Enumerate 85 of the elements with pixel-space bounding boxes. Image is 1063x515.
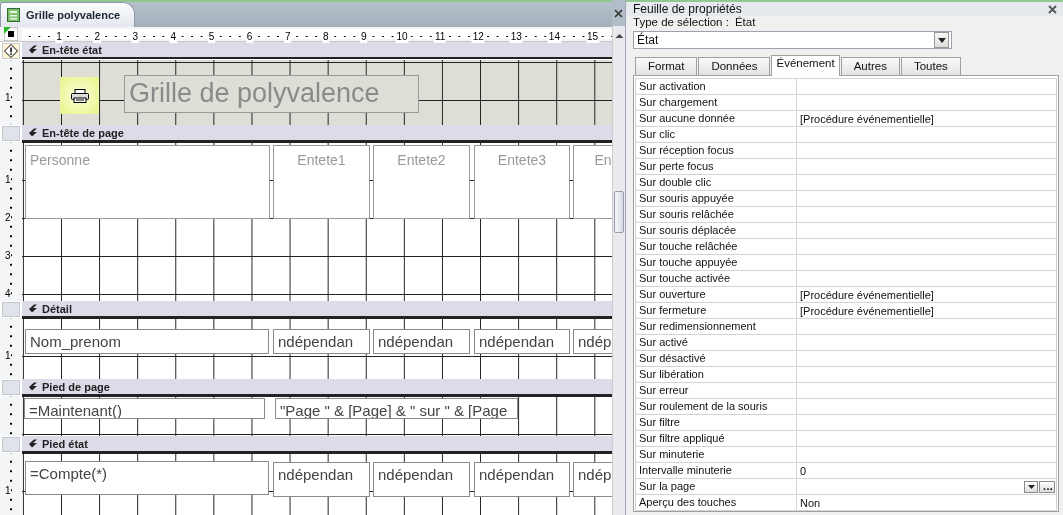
- section-title: Pied de page: [42, 380, 110, 393]
- section-bar[interactable]: Détail: [22, 301, 612, 318]
- selection-type-label: Type de sélection :: [633, 16, 729, 28]
- property-value[interactable]: [Procédure événementielle]: [796, 287, 1056, 302]
- section-title: Pied état: [42, 437, 88, 450]
- property-tab[interactable]: Événement: [771, 55, 840, 76]
- warning-icon: [4, 44, 18, 58]
- property-label: Sur fermeture: [638, 303, 708, 318]
- dropdown-icon: [1028, 484, 1036, 489]
- property-label: Sur touche appuyée: [638, 255, 739, 270]
- section-title: En-tête état: [42, 43, 102, 56]
- section-arrow-icon: [28, 128, 38, 137]
- field-control[interactable]: ndépendan: [273, 329, 370, 354]
- property-value[interactable]: ...: [796, 479, 1056, 494]
- property-label: Sur touche relâchée: [638, 239, 739, 254]
- property-label: Sur perte focus: [638, 159, 715, 174]
- property-value[interactable]: Non: [796, 495, 1056, 510]
- property-label: Intervalle minuterie: [638, 463, 733, 478]
- builder-button[interactable]: ...: [1038, 480, 1055, 493]
- object-combo[interactable]: État: [633, 31, 952, 49]
- property-label: Aperçu des touches: [638, 495, 738, 510]
- property-label: Sur souris appuyée: [638, 191, 735, 206]
- property-label: Sur souris déplacée: [638, 223, 738, 238]
- property-label: Sur activé: [638, 335, 689, 350]
- field-control[interactable]: ndép: [573, 462, 612, 497]
- property-label: Sur minuterie: [638, 447, 706, 462]
- scrollbar-thumb[interactable]: [614, 191, 624, 233]
- close-icon: [614, 8, 623, 18]
- property-label: Sur chargement: [638, 95, 719, 110]
- selection-type-value: État: [734, 16, 756, 28]
- property-label: Sur réception focus: [638, 143, 735, 158]
- printer-icon: [70, 88, 89, 103]
- section-bar[interactable]: En-tête état: [22, 42, 612, 59]
- field-control[interactable]: ndépendan: [273, 462, 370, 497]
- dropdown-icon: [937, 37, 946, 43]
- vertical-ruler: 1: [0, 318, 22, 379]
- property-tab[interactable]: Format: [635, 57, 698, 75]
- field-control[interactable]: Nom_prenom: [25, 329, 269, 354]
- property-tab[interactable]: Données: [698, 57, 771, 75]
- property-label: Sur filtre: [638, 415, 681, 430]
- property-tab[interactable]: Toutes: [900, 57, 961, 75]
- section-arrow-icon: [28, 439, 38, 448]
- field-control[interactable]: ndépendan: [373, 329, 470, 354]
- logo-control[interactable]: [60, 77, 99, 114]
- property-label: Sur activation: [638, 79, 707, 94]
- vertical-ruler: 1: [0, 453, 22, 515]
- section-arrow-icon: [28, 45, 38, 54]
- section-bar[interactable]: Pied de page: [22, 379, 612, 396]
- property-label: Sur ouverture: [638, 287, 707, 302]
- property-label: Sur la page: [638, 479, 697, 494]
- property-label: Sur erreur: [638, 383, 690, 398]
- property-label: Sur souris relâchée: [638, 207, 735, 222]
- section-title: Détail: [42, 302, 72, 315]
- property-label: Sur désactivé: [638, 351, 707, 366]
- property-value[interactable]: 0: [796, 463, 1056, 478]
- vertical-ruler: 1: [0, 60, 22, 125]
- section-bar[interactable]: En-tête de page: [22, 125, 612, 142]
- panel-title: Feuille de propriétés: [633, 2, 742, 16]
- field-control[interactable]: ndépendan: [474, 462, 570, 497]
- close-icon: [1048, 4, 1057, 14]
- property-label: Sur redimensionnement: [638, 319, 757, 334]
- scroll-up-icon: [614, 32, 625, 40]
- section-selector[interactable]: [2, 43, 20, 59]
- property-label: Sur libération: [638, 367, 705, 382]
- property-value[interactable]: [Procédure événementielle]: [796, 111, 1056, 126]
- field-control[interactable]: ndépendan: [474, 329, 570, 354]
- section-arrow-icon: [28, 304, 38, 313]
- field-control[interactable]: ndépendan: [373, 462, 470, 497]
- dropdown-button[interactable]: [1023, 480, 1038, 493]
- section-title: En-tête de page: [42, 126, 124, 139]
- property-value[interactable]: [Procédure événementielle]: [796, 303, 1056, 318]
- property-tab[interactable]: Autres: [840, 57, 900, 75]
- document-tab[interactable]: Grille polyvalence: [0, 2, 136, 27]
- property-label: Sur touche activée: [638, 271, 732, 286]
- property-label: Sur clic: [638, 127, 677, 142]
- property-label: Sur filtre appliqué: [638, 431, 726, 446]
- section-bar[interactable]: Pied état: [22, 436, 612, 453]
- property-label: Sur aucune donnée: [638, 111, 737, 126]
- vertical-ruler: 1 2 3 4: [0, 142, 22, 301]
- property-label: Sur double clic: [638, 175, 713, 190]
- field-control[interactable]: ndép: [573, 329, 612, 354]
- property-label: Sur roulement de la souris: [638, 399, 769, 414]
- section-arrow-icon: [28, 382, 38, 391]
- report-icon: [7, 8, 20, 22]
- field-control[interactable]: =Compte(*): [25, 461, 269, 495]
